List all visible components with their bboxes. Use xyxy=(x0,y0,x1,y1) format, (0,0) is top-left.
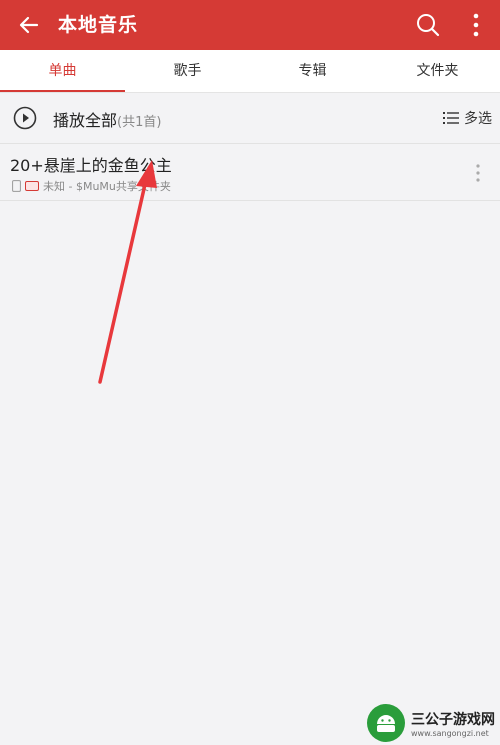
tab-bar: 单曲 歌手 专辑 文件夹 xyxy=(0,50,500,93)
song-count: (共1首) xyxy=(117,115,162,130)
tab-indicator xyxy=(0,90,125,92)
multi-select-label: 多选 xyxy=(464,111,492,127)
song-meta: 未知 - $MuMu共享文件夹 xyxy=(12,178,171,194)
watermark-logo: 三公子游戏网 www.sangongzi.net xyxy=(367,703,497,743)
multi-select-button[interactable]: 多选 xyxy=(443,108,492,128)
quality-badge-icon xyxy=(25,181,39,191)
search-button[interactable] xyxy=(412,9,444,41)
list-item[interactable]: 20+悬崖上的金鱼公主 未知 - $MuMu共享文件夹 xyxy=(0,144,500,201)
tab-folders[interactable]: 文件夹 xyxy=(375,50,500,92)
app-bar: 本地音乐 xyxy=(0,0,500,50)
back-button[interactable] xyxy=(12,8,46,42)
list-icon xyxy=(443,112,459,124)
back-arrow-icon xyxy=(19,16,39,34)
more-button[interactable] xyxy=(466,9,486,41)
tab-label: 专辑 xyxy=(298,63,327,79)
tab-label: 歌手 xyxy=(173,63,202,79)
play-all-text: 播放全部 xyxy=(53,111,118,130)
tab-albums[interactable]: 专辑 xyxy=(250,50,375,92)
page-title: 本地音乐 xyxy=(58,14,139,36)
more-vertical-icon xyxy=(473,13,479,37)
song-artist-album: 未知 - $MuMu共享文件夹 xyxy=(43,180,171,193)
song-more-icon[interactable] xyxy=(474,162,482,184)
song-title: 20+悬崖上的金鱼公主 xyxy=(10,156,172,175)
watermark-name: 三公子游戏网 xyxy=(411,711,495,728)
tab-label: 单曲 xyxy=(48,63,77,79)
tab-label: 文件夹 xyxy=(416,63,459,79)
search-icon xyxy=(417,14,440,37)
play-all-label: 播放全部(共1首) xyxy=(53,107,161,131)
android-logo-icon xyxy=(367,704,405,742)
android-robot-icon xyxy=(377,715,395,732)
tab-artists[interactable]: 歌手 xyxy=(125,50,250,92)
tab-songs[interactable]: 单曲 xyxy=(0,50,125,92)
watermark-url: www.sangongzi.net xyxy=(411,728,489,738)
play-all-row[interactable]: 播放全部(共1首) 多选 xyxy=(0,93,500,144)
phone-icon xyxy=(12,180,21,192)
play-circle-icon[interactable] xyxy=(13,106,37,130)
